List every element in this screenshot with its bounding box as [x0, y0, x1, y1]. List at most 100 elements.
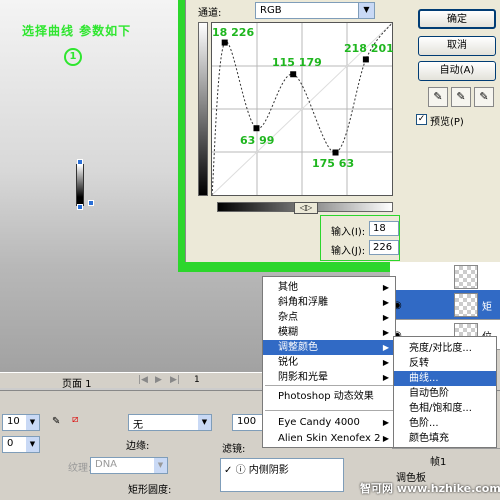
curve-control-point[interactable] — [362, 56, 369, 63]
menu-item[interactable]: Eye Candy 4000 ▶ — [263, 415, 395, 430]
page-label: 页面 1 — [62, 379, 92, 390]
cancel-button[interactable]: 取消 — [418, 36, 496, 56]
ramp-toggle-icon[interactable]: ◁▷ — [294, 202, 318, 214]
menu-item-label: 其他 — [278, 282, 298, 293]
first-frame-icon[interactable]: |◀ — [138, 375, 148, 385]
chevron-down-icon[interactable]: ▼ — [26, 415, 39, 430]
auto-button[interactable]: 自动(A) — [418, 61, 496, 81]
menu-item[interactable]: 调整颜色 ▶ — [263, 340, 395, 355]
fill-select[interactable]: 无 ▼ — [128, 414, 212, 431]
output-field[interactable]: 226 — [369, 240, 399, 255]
adjust-color-submenu: 亮度/对比度... 反转 曲线... 自动色阶 色相/饱和度... 色阶... 颜色填充 — [393, 336, 497, 448]
white-eyedropper-icon[interactable]: ✎ — [474, 87, 494, 107]
filter-item[interactable]: ✓ ⓘ 内侧阴影 — [224, 461, 289, 476]
submenu-item[interactable]: 反转 — [394, 356, 496, 371]
menu-separator — [265, 385, 393, 386]
channel-label: 通道: — [198, 8, 222, 19]
filter-label: 滤镜: — [222, 444, 246, 455]
play-icon[interactable]: ▶ — [155, 375, 162, 385]
pencil-icon[interactable]: ✎ — [52, 416, 60, 427]
submenu-arrow-icon: ▶ — [382, 418, 389, 427]
menu-item[interactable]: Alien Skin Xenofex 2 ▶ — [263, 431, 395, 446]
menu-item-label: Alien Skin Xenofex 2 — [278, 433, 381, 444]
submenu-item[interactable]: 色阶... — [394, 416, 496, 431]
gradient-bar — [76, 164, 84, 206]
size-b-value: 0 — [7, 438, 14, 449]
edge-label: 边缘: — [126, 441, 150, 452]
submenu-item[interactable]: 色相/饱和度... — [394, 401, 496, 416]
curve-control-point[interactable] — [290, 71, 297, 78]
input-label: 输入(I): — [331, 227, 366, 238]
filter-context-menu: 其他 ▶ 斜角和浮雕 ▶ 杂点 ▶ 模糊 ▶ 调整颜色 ▶ 锐化 ▶ 阴影和光晕 ▶ Photoshop 动… — [262, 276, 396, 448]
menu-item-label: 锐化 — [278, 357, 298, 368]
curve-control-point[interactable] — [221, 39, 228, 46]
curve-control-point[interactable] — [332, 149, 339, 156]
input-field[interactable]: 18 — [369, 221, 399, 236]
gray-eyedropper-icon[interactable]: ✎ — [451, 87, 471, 107]
point-label-2: 63 99 — [240, 134, 275, 147]
submenu-item[interactable]: 亮度/对比度... — [394, 341, 496, 356]
point-label-5: 218 201 — [344, 42, 394, 55]
chevron-down-icon[interactable]: ▼ — [198, 415, 211, 430]
point-label-1: 18 226 — [212, 26, 255, 39]
filter-item-label: 内侧阴影 — [248, 465, 289, 476]
point-label-4: 175 63 — [312, 157, 355, 170]
menu-item[interactable]: 其他 ▶ — [263, 280, 395, 295]
chevron-down-icon[interactable]: ▼ — [358, 3, 374, 18]
opacity-value: 100 — [237, 416, 257, 427]
corner-label: 矩形圆度: — [128, 485, 172, 496]
selected-gradient-object[interactable] — [72, 159, 94, 210]
curve-control-point[interactable] — [253, 125, 260, 132]
size-a-value: 10 — [7, 416, 20, 427]
menu-item-label: 模糊 — [278, 327, 298, 338]
texture-select[interactable]: DNA ▼ — [90, 457, 168, 474]
filter-list[interactable]: ✓ ⓘ 内侧阴影 — [220, 458, 344, 492]
submenu-arrow-icon: ▶ — [382, 373, 389, 382]
chevron-down-icon[interactable]: ▼ — [154, 458, 167, 473]
transform-handle-right[interactable] — [88, 200, 94, 206]
channel-select[interactable]: RGB ▼ — [255, 2, 375, 19]
preview-label: 预览(P) — [430, 117, 464, 128]
output-gradient-ramp — [198, 22, 208, 196]
submenu-item[interactable]: 曲线... — [394, 371, 496, 386]
point-label-3: 115 179 — [272, 56, 322, 69]
chevron-down-icon[interactable]: ▼ — [26, 437, 39, 452]
menu-item[interactable]: 杂点 ▶ — [263, 310, 395, 325]
ok-button[interactable]: 确定 — [418, 9, 496, 29]
submenu-arrow-icon: ▶ — [382, 358, 389, 367]
menu-item-label: 调整颜色 — [278, 342, 318, 353]
size-b-select[interactable]: 0 ▼ — [2, 436, 40, 453]
menu-item-label: Eye Candy 4000 — [278, 417, 360, 428]
submenu-arrow-icon: ▶ — [382, 343, 389, 352]
menu-item[interactable]: 斜角和浮雕 ▶ — [263, 295, 395, 310]
layer-row[interactable]: ◉ 矩 — [390, 290, 500, 320]
last-frame-icon[interactable]: ▶| — [170, 375, 180, 385]
checkmark-icon[interactable]: ✓ — [224, 465, 232, 476]
menu-item-label: 阴影和光晕 — [278, 372, 328, 383]
transform-handle-top[interactable] — [77, 159, 83, 165]
input-output-area: 输入(I): 18 输入(J): 226 — [320, 215, 400, 261]
transform-handle-bottom[interactable] — [77, 204, 83, 210]
menu-item-label: Photoshop 动态效果 — [278, 391, 374, 402]
fill-value: 无 — [133, 420, 143, 431]
step-circle-icon: 1 — [64, 48, 82, 66]
preview-checkbox[interactable]: ✓ — [416, 114, 427, 125]
layer-row[interactable] — [390, 262, 500, 292]
submenu-arrow-icon: ▶ — [382, 283, 389, 292]
size-a-select[interactable]: 10 ▼ — [2, 414, 40, 431]
menu-item[interactable]: 阴影和光晕 ▶ — [263, 370, 395, 385]
menu-item[interactable]: Photoshop 动态效果 — [263, 389, 395, 404]
menu-item-label: 斜角和浮雕 — [278, 297, 328, 308]
submenu-arrow-icon: ▶ — [382, 328, 389, 337]
submenu-item[interactable]: 自动色阶 — [394, 386, 496, 401]
no-fill-swatch-icon[interactable]: ⧄ — [72, 414, 78, 425]
frame-tab[interactable]: 帧1 — [430, 453, 446, 468]
info-icon: ⓘ — [235, 465, 246, 476]
menu-item[interactable]: 锐化 ▶ — [263, 355, 395, 370]
menu-item[interactable]: 模糊 ▶ — [263, 325, 395, 340]
submenu-arrow-icon: ▶ — [382, 298, 389, 307]
black-eyedropper-icon[interactable]: ✎ — [428, 87, 448, 107]
layer-thumbnail — [454, 293, 478, 317]
submenu-item[interactable]: 颜色填充 — [394, 431, 496, 446]
layer-name: 矩 — [482, 302, 492, 313]
